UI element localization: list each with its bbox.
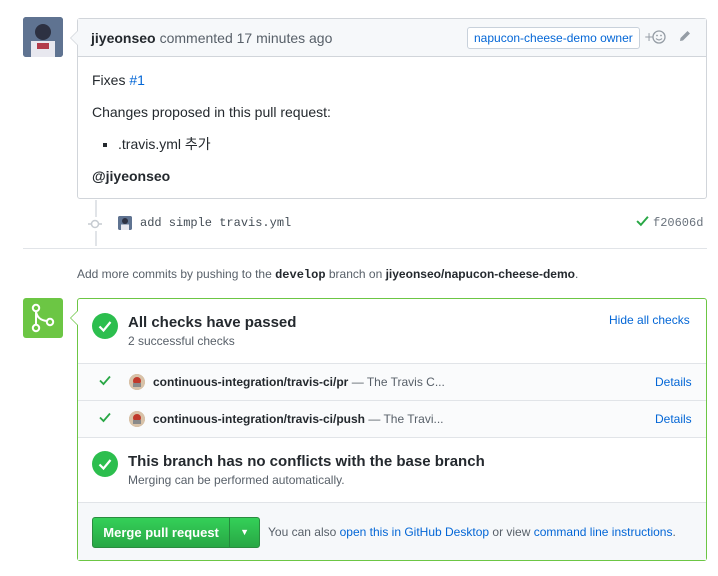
no-conflicts-icon [92,451,118,477]
hide-checks-link[interactable]: Hide all checks [609,313,690,327]
push-note-prefix: Add more commits by pushing to the [77,267,272,281]
command-line-instructions-link[interactable]: command line instructions [534,525,673,539]
comment-author-link[interactable]: jiyeonseo [91,30,156,46]
push-note: Add more commits by pushing to the devel… [77,267,578,282]
check-name-text: continuous-integration/travis-ci/pr [153,375,349,389]
merge-note: You can also open this in GitHub Desktop… [268,525,676,539]
merge-pull-request-button[interactable]: Merge pull request [93,518,231,547]
repo-name: jiyeonseo/napucon-cheese-demo [385,267,575,281]
check-row: continuous-integration/travis-ci/push — … [78,400,706,437]
push-note-suffix: . [574,267,579,281]
pencil-icon[interactable] [678,29,692,46]
changes-heading: Changes proposed in this pull request: [92,104,331,120]
check-icon [99,411,111,426]
comment-action: commented [159,29,233,46]
git-commit-icon [88,217,102,231]
checks-subtitle: 2 successful checks [128,334,235,348]
triangle-down-icon[interactable]: ▼ [230,518,259,547]
checks-title: All checks have passed [128,314,297,331]
check-name: continuous-integration/travis-ci/push — … [153,412,444,426]
check-icon [99,374,111,389]
list-item: .travis.yml 추가 [118,134,692,154]
merge-box: All checks have passed 2 successful chec… [70,298,707,561]
owner-badge: napucon-cheese-demo owner [467,27,640,49]
commit-sha-link[interactable]: f20606d [653,216,703,230]
author-avatar[interactable] [23,17,63,57]
changes-list: .travis.yml 추가 [118,134,692,154]
commit-author-avatar[interactable] [118,216,132,230]
section-divider [78,437,706,438]
commit-message-link[interactable]: add simple travis.yml [140,216,291,230]
merge-action-section: Merge pull request ▼ You can also open t… [78,502,706,560]
conflicts-subtitle: Merging can be performed automatically. [128,473,345,487]
check-name-text: continuous-integration/travis-ci/push [153,412,366,426]
check-description: — The Travis C... [351,375,445,389]
user-mention[interactable]: @jiyeonseo [92,168,170,184]
checks-passed-icon [92,313,118,339]
timeline-divider [23,248,707,249]
fixes-line: Fixes #1 [92,70,692,90]
merge-button-group: Merge pull request ▼ [92,517,260,548]
check-icon[interactable] [636,214,649,230]
check-details-link[interactable]: Details [655,375,692,389]
check-row: continuous-integration/travis-ci/pr — Th… [78,363,706,400]
comment-timestamp[interactable]: 17 minutes ago [237,30,333,46]
comment-body: Fixes #1 Changes proposed in this pull r… [78,57,706,211]
issue-link[interactable]: #1 [129,72,145,88]
conflicts-title: This branch has no conflicts with the ba… [128,453,485,470]
travis-ci-avatar [129,374,145,390]
merge-note-suffix: . [672,525,676,539]
check-details-link[interactable]: Details [655,412,692,426]
fixes-prefix: Fixes [92,72,126,88]
branch-name: develop [275,268,326,282]
check-description: — The Travi... [368,412,444,426]
push-note-middle: branch on [328,267,383,281]
travis-ci-avatar [129,411,145,427]
merge-note-middle: or view [492,525,531,539]
git-merge-icon [23,298,63,338]
check-name: continuous-integration/travis-ci/pr — Th… [153,375,445,389]
open-desktop-link[interactable]: open this in GitHub Desktop [340,525,489,539]
smiley-icon[interactable]: + [644,29,668,48]
merge-note-prefix: You can also [268,525,337,539]
comment-box: jiyeonseo commented 17 minutes ago napuc… [70,18,707,199]
